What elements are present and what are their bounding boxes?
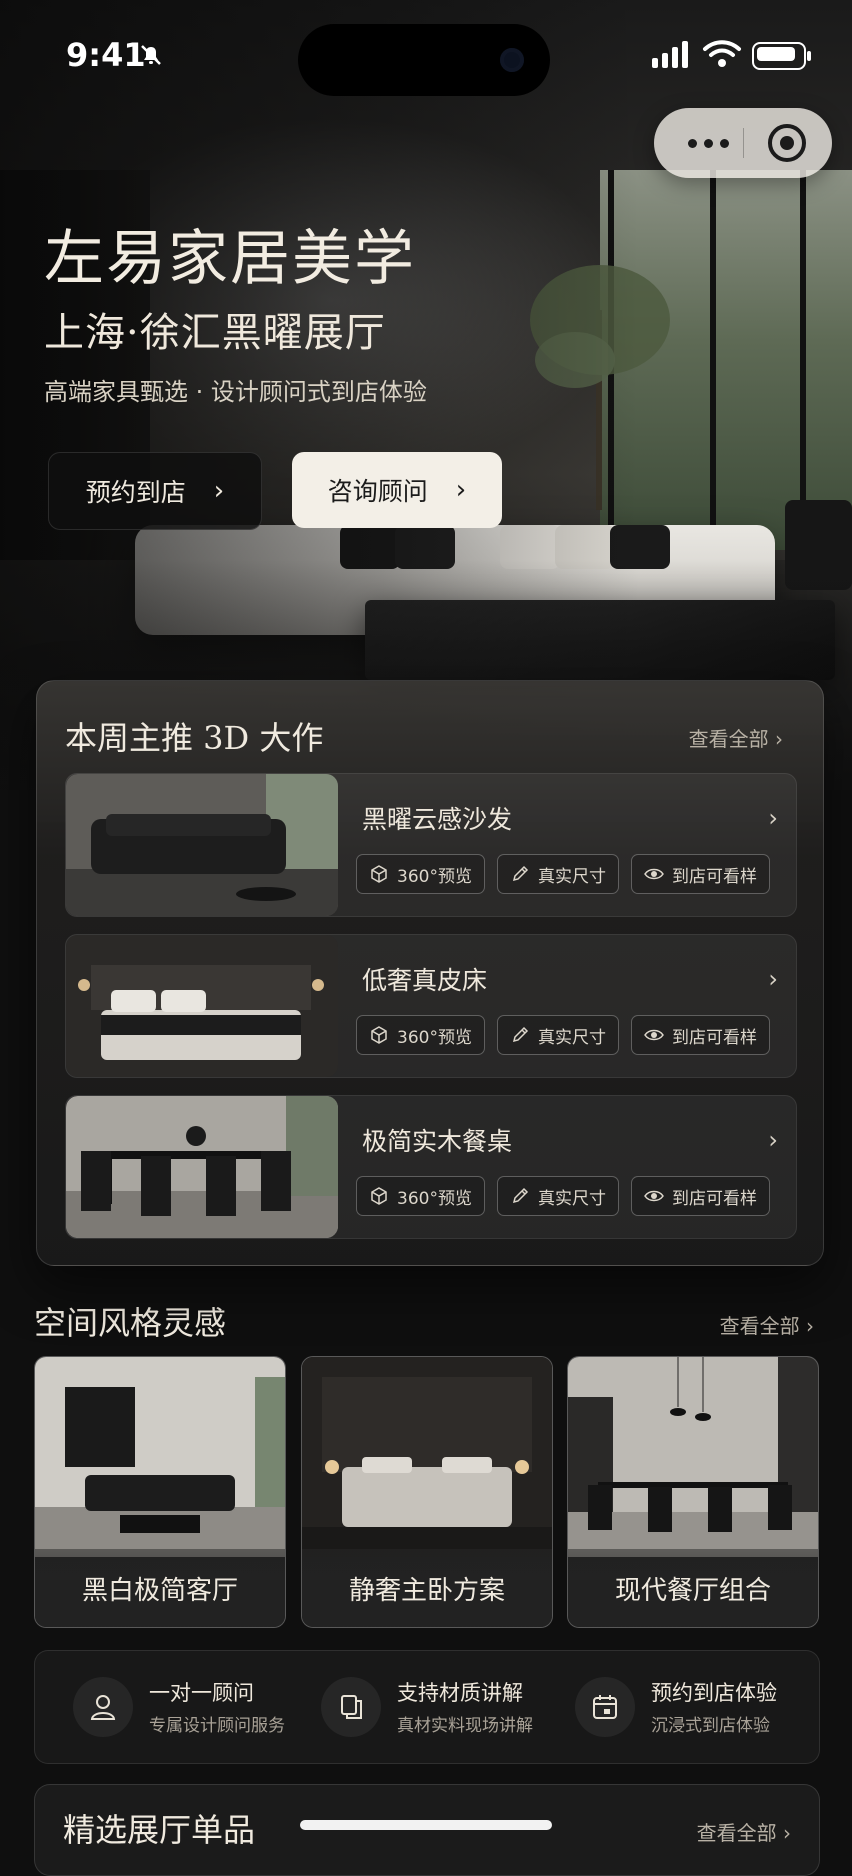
chip-360-preview[interactable]: 360°预览 bbox=[356, 854, 485, 894]
cube-icon bbox=[371, 865, 387, 883]
chip-in-store-sample[interactable]: 到店可看样 bbox=[630, 1176, 770, 1216]
product-name: 极简实木餐桌 bbox=[362, 1127, 513, 1156]
bed-thumbnail bbox=[66, 935, 338, 1077]
chip-360-preview[interactable]: 360°预览 bbox=[356, 1176, 485, 1216]
service-desc: 沉浸式到店体验 bbox=[651, 1716, 770, 1736]
ruler-pencil-icon bbox=[512, 1026, 529, 1043]
calendar-icon bbox=[575, 1677, 635, 1737]
dynamic-island bbox=[298, 24, 550, 96]
see-all-label: 查看全部 bbox=[688, 727, 769, 751]
styles-see-all-link[interactable]: 查看全部 › bbox=[720, 1310, 814, 1339]
home-indicator[interactable] bbox=[300, 1820, 552, 1830]
service-title: 预约到店体验 bbox=[651, 1681, 777, 1705]
camera-icon bbox=[500, 48, 524, 72]
style-card-label: 现代餐厅组合 bbox=[568, 1549, 818, 1627]
ruler-pencil-icon bbox=[512, 1187, 529, 1204]
chip-label: 到店可看样 bbox=[671, 1188, 757, 1209]
sofa-thumbnail bbox=[66, 774, 338, 916]
style-card-label: 静奢主卧方案 bbox=[302, 1549, 552, 1627]
style-card[interactable]: 现代餐厅组合 bbox=[567, 1356, 819, 1628]
style-card[interactable]: 静奢主卧方案 bbox=[301, 1356, 553, 1628]
chevron-right-icon: › bbox=[768, 804, 778, 832]
hero-title: 左易家居美学 bbox=[44, 224, 416, 294]
product-name: 黑曜云感沙发 bbox=[362, 805, 513, 834]
capsule-divider bbox=[743, 128, 744, 158]
showroom-title: 精选展厅单品 bbox=[63, 1811, 256, 1849]
service-desc: 专属设计顾问服务 bbox=[149, 1716, 285, 1736]
chip-360-preview[interactable]: 360°预览 bbox=[356, 1015, 485, 1055]
chip-label: 360°预览 bbox=[397, 1188, 472, 1209]
hero-tagline: 高端家具甄选 · 设计顾问式到店体验 bbox=[44, 378, 427, 406]
dining-room-image bbox=[568, 1357, 818, 1557]
featured-title: 本周主推 3D 大作 bbox=[65, 719, 324, 757]
status-bar: 9:41 bbox=[0, 0, 852, 110]
book-visit-label: 预约到店 bbox=[85, 478, 186, 507]
chip-label: 到店可看样 bbox=[671, 866, 757, 887]
service-title: 一对一顾问 bbox=[149, 1681, 254, 1705]
chip-in-store-sample[interactable]: 到店可看样 bbox=[630, 1015, 770, 1055]
chevron-right-icon: › bbox=[768, 1126, 778, 1154]
eye-icon bbox=[644, 1029, 664, 1041]
bedroom-image bbox=[302, 1357, 552, 1557]
ruler-pencil-icon bbox=[512, 865, 529, 882]
see-all-label: 查看全部 bbox=[696, 1821, 777, 1845]
status-time: 9:41 bbox=[66, 36, 146, 74]
style-card-label: 黑白极简客厅 bbox=[35, 1549, 285, 1627]
showroom-card: 精选展厅单品 查看全部 › bbox=[34, 1784, 820, 1876]
chevron-right-icon: › bbox=[768, 965, 778, 993]
showroom-see-all-link[interactable]: 查看全部 › bbox=[697, 1817, 791, 1846]
chip-label: 360°预览 bbox=[397, 1027, 472, 1048]
cube-icon bbox=[371, 1187, 387, 1205]
chip-label: 到店可看样 bbox=[671, 1027, 757, 1048]
product-item[interactable]: 极简实木餐桌 › 360°预览 真实尺寸 到店可看样 bbox=[65, 1095, 797, 1239]
eye-icon bbox=[644, 868, 664, 880]
see-all-label: 查看全部 bbox=[719, 1314, 800, 1338]
chevron-right-icon: › bbox=[213, 476, 225, 506]
chip-label: 真实尺寸 bbox=[537, 1188, 606, 1209]
bell-muted-icon bbox=[141, 45, 161, 65]
product-name: 低奢真皮床 bbox=[362, 966, 488, 995]
hero-subtitle: 上海·徐汇黑曜展厅 bbox=[44, 310, 386, 356]
service-title: 支持材质讲解 bbox=[397, 1681, 523, 1705]
living-room-image bbox=[35, 1357, 285, 1557]
style-card[interactable]: 黑白极简客厅 bbox=[34, 1356, 286, 1628]
signal-icon bbox=[652, 41, 688, 68]
chip-label: 真实尺寸 bbox=[537, 866, 606, 887]
dining-thumbnail bbox=[66, 1096, 338, 1238]
chevron-right-icon: › bbox=[455, 475, 467, 505]
services-bar: 一对一顾问 专属设计顾问服务 支持材质讲解 真材实料现场讲解 预约到店体验 沉浸… bbox=[34, 1650, 820, 1764]
chip-real-size[interactable]: 真实尺寸 bbox=[496, 1015, 619, 1055]
featured-card: 本周主推 3D 大作 查看全部 › 黑曜云感沙发 › 360°预览 真实尺寸 到 bbox=[36, 680, 824, 1266]
consult-advisor-button[interactable]: 咨询顾问 › bbox=[292, 452, 502, 528]
document-copy-icon bbox=[321, 1677, 381, 1737]
battery-icon bbox=[752, 42, 811, 70]
product-item[interactable]: 低奢真皮床 › 360°预览 真实尺寸 到店可看样 bbox=[65, 934, 797, 1078]
eye-icon bbox=[644, 1190, 664, 1202]
chip-label: 真实尺寸 bbox=[537, 1027, 606, 1048]
service-desc: 真材实料现场讲解 bbox=[397, 1716, 533, 1736]
wifi-icon bbox=[703, 40, 741, 67]
miniprogram-capsule[interactable] bbox=[654, 108, 832, 178]
chip-in-store-sample[interactable]: 到店可看样 bbox=[630, 854, 770, 894]
featured-see-all-link[interactable]: 查看全部 › bbox=[689, 723, 783, 752]
close-target-icon[interactable] bbox=[768, 124, 806, 162]
consult-advisor-label: 咨询顾问 bbox=[327, 477, 428, 506]
cube-icon bbox=[371, 1026, 387, 1044]
chip-real-size[interactable]: 真实尺寸 bbox=[496, 854, 619, 894]
more-icon[interactable] bbox=[678, 130, 738, 156]
chip-real-size[interactable]: 真实尺寸 bbox=[496, 1176, 619, 1216]
user-icon bbox=[73, 1677, 133, 1737]
book-visit-button[interactable]: 预约到店 › bbox=[48, 452, 262, 530]
chip-label: 360°预览 bbox=[397, 866, 472, 887]
product-item[interactable]: 黑曜云感沙发 › 360°预览 真实尺寸 到店可看样 bbox=[65, 773, 797, 917]
styles-title: 空间风格灵感 bbox=[34, 1304, 227, 1342]
